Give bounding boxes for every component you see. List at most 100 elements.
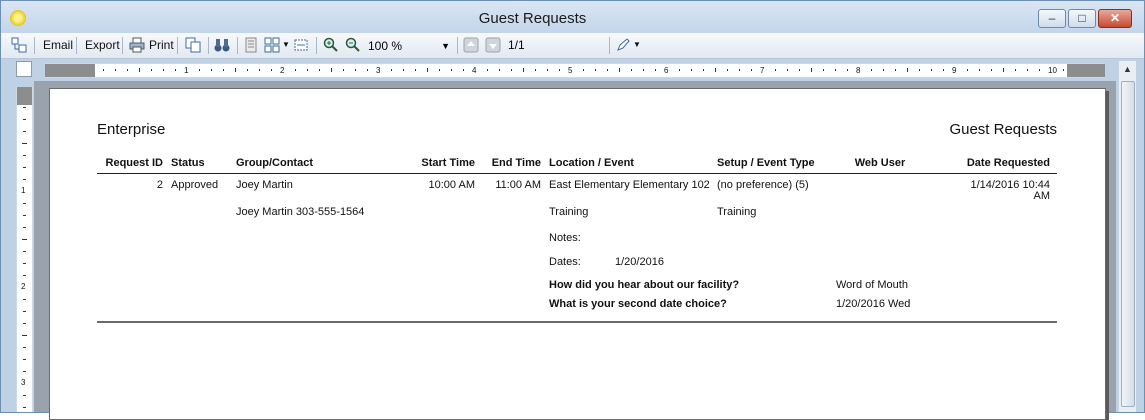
ruler-tick (487, 69, 488, 71)
cell-group: Joey Martin (236, 179, 293, 191)
ruler-number: 4 (472, 66, 477, 75)
ruler-margin-left (45, 64, 95, 77)
cell-start-time: 10:00 AM (428, 179, 475, 191)
ruler-number: 2 (280, 66, 285, 75)
ruler-tick (247, 69, 248, 71)
ruler-margin-right (1067, 64, 1105, 77)
dates-value: 1/20/2016 (615, 256, 664, 268)
ruler-tick (727, 69, 728, 71)
copy-icon[interactable] (185, 37, 201, 53)
notes-label: Notes: (549, 232, 581, 244)
page-indicator[interactable]: 1/1 (508, 37, 608, 54)
chevron-down-icon[interactable]: ▼ (633, 36, 641, 54)
zoom-out-icon[interactable] (345, 37, 361, 53)
printer-icon[interactable] (129, 37, 145, 53)
ruler-tick (547, 69, 548, 71)
column-header-location-event: Location / Event (549, 157, 634, 169)
vertical-ruler: 1 2 3 (16, 87, 33, 412)
report-company: Enterprise (97, 121, 166, 138)
ruler-tick (139, 68, 140, 72)
ruler-number: 5 (568, 66, 573, 75)
ruler-tick (22, 407, 26, 408)
ruler-tick (439, 69, 440, 71)
ruler-tick (103, 69, 104, 71)
next-page-icon[interactable] (485, 37, 501, 53)
ruler-tick (595, 69, 596, 71)
ruler-tick (823, 69, 824, 71)
chevron-down-icon: ▼ (441, 41, 450, 51)
toolbar-separator (122, 37, 123, 54)
export-button[interactable]: Export (85, 36, 120, 54)
maximize-icon: □ (1078, 11, 1086, 25)
scroll-thumb[interactable] (1121, 81, 1135, 407)
vertical-scrollbar[interactable]: ▲ (1118, 61, 1136, 412)
print-button[interactable]: Print (149, 36, 174, 54)
multi-page-icon[interactable] (264, 37, 280, 53)
footer-divider (97, 321, 1057, 323)
ruler-tick (679, 69, 680, 71)
ruler-tick (775, 69, 776, 71)
minimize-icon: – (1048, 11, 1056, 25)
ruler-tick (22, 227, 26, 228)
ruler-tick (235, 68, 236, 72)
zoom-value: 100 % (368, 39, 403, 53)
ruler-tick (223, 69, 224, 71)
ruler-tick (967, 69, 968, 71)
ruler-number: 2 (21, 282, 26, 291)
ruler-tick (22, 311, 26, 312)
minimize-button[interactable]: – (1038, 9, 1066, 28)
ruler-tick (499, 69, 500, 71)
ruler-tick (871, 69, 872, 71)
scroll-up-icon[interactable]: ▲ (1119, 61, 1136, 78)
edit-icon[interactable] (615, 37, 631, 53)
column-header-date-requested: Date Requested (966, 157, 1050, 169)
zoom-select[interactable]: 100 % ▼ (367, 37, 455, 56)
dates-label: Dates: (549, 256, 581, 268)
ruler-tick (451, 69, 452, 71)
ruler-tick (22, 251, 26, 252)
ruler-tick (847, 69, 848, 71)
question-1: How did you hear about our facility? (549, 279, 740, 291)
cell-end-time: 11:00 AM (495, 179, 541, 191)
column-header-web-user: Web User (854, 157, 906, 169)
ruler-tick (523, 68, 524, 72)
report-title: Guest Requests (949, 121, 1057, 138)
maximize-button[interactable]: □ (1068, 9, 1096, 28)
ruler-tick (1039, 69, 1040, 71)
ruler-number: 10 (1048, 66, 1057, 75)
close-button[interactable]: ✕ (1098, 9, 1132, 28)
ruler-tick (22, 371, 26, 372)
ruler-number: 7 (760, 66, 765, 75)
ruler-tick (919, 69, 920, 71)
ruler-tick (751, 69, 752, 71)
header-divider (97, 173, 1057, 174)
ruler-tick (403, 69, 404, 71)
binoculars-icon[interactable] (214, 37, 230, 53)
column-header-request-id: Request ID (105, 157, 163, 169)
ruler-tick (511, 69, 512, 71)
toolbar-separator (609, 37, 610, 54)
previous-page-icon[interactable] (463, 37, 479, 53)
chevron-down-icon[interactable]: ▼ (282, 36, 290, 54)
ruler-corner[interactable] (16, 61, 32, 77)
email-button[interactable]: Email (43, 36, 73, 54)
ruler-tick (835, 69, 836, 71)
ruler-tick (115, 69, 116, 71)
ruler-tick (703, 69, 704, 71)
tree-icon[interactable] (11, 37, 27, 53)
page-width-icon[interactable] (293, 37, 309, 53)
ruler-tick (22, 203, 26, 204)
ruler-tick (991, 69, 992, 71)
zoom-in-icon[interactable] (323, 37, 339, 53)
ruler-tick (1003, 68, 1004, 72)
ruler-tick (127, 69, 128, 71)
single-page-icon[interactable] (243, 37, 259, 53)
ruler-tick (22, 167, 26, 168)
title-bar[interactable]: Guest Requests – □ ✕ (1, 1, 1144, 33)
ruler-tick (739, 69, 740, 71)
cell-status: Approved (171, 179, 219, 191)
ruler-tick (22, 275, 26, 276)
ruler-tick (535, 69, 536, 71)
ruler-tick (21, 335, 27, 336)
ruler-tick (271, 69, 272, 71)
